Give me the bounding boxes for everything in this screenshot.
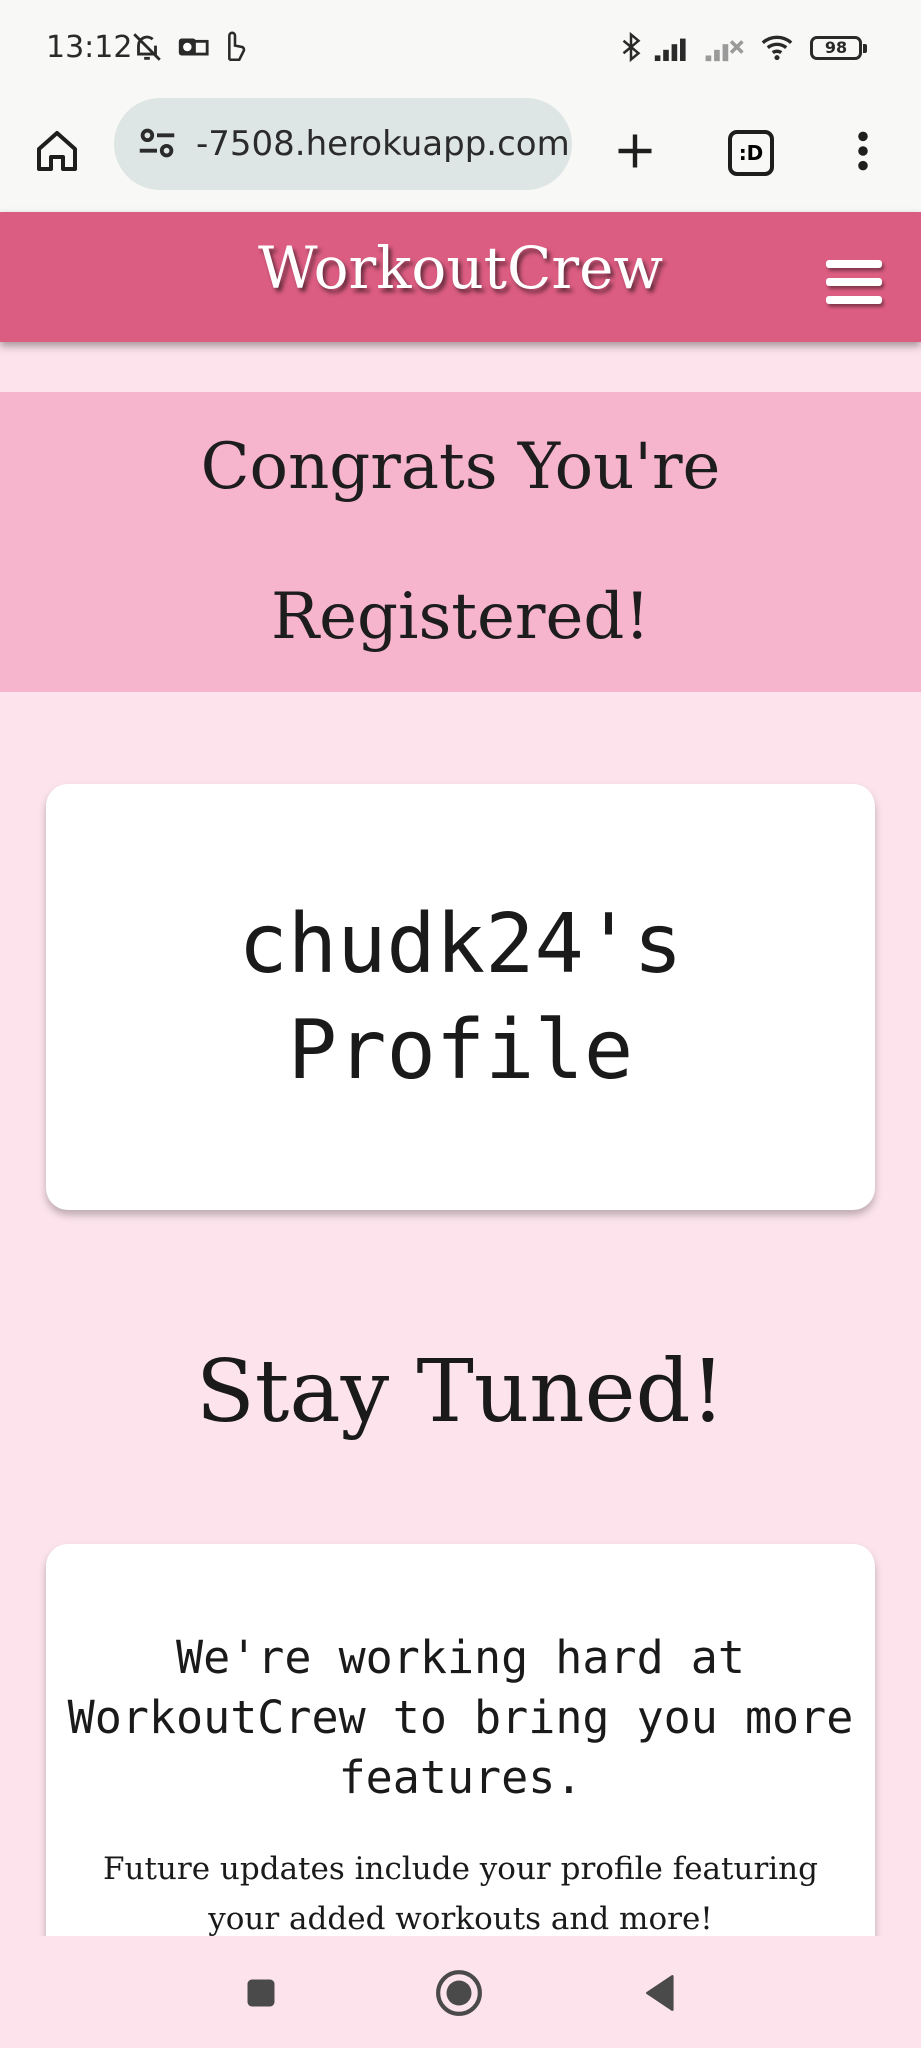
- profile-title-username: chudk24's: [238, 897, 683, 992]
- profile-card: chudk24's Profile: [46, 784, 875, 1210]
- address-bar[interactable]: -7508.herokuapp.com: [114, 98, 572, 190]
- recents-button[interactable]: [234, 1968, 288, 2022]
- profile-title-label: Profile: [287, 1003, 634, 1098]
- wifi-icon: [756, 30, 798, 68]
- updates-card: We're working hard at WorkoutCrew to bri…: [46, 1544, 875, 1964]
- home-button[interactable]: [22, 118, 92, 188]
- home-icon: [33, 127, 81, 179]
- recents-icon: [243, 1975, 279, 2015]
- more-menu-button[interactable]: [828, 118, 898, 188]
- back-icon: [641, 1973, 677, 2017]
- bluetooth-icon: [616, 30, 646, 68]
- tab-switcher-button[interactable]: :D: [716, 118, 786, 188]
- tab-switcher-icon: :D: [728, 130, 774, 176]
- site-header: WorkoutCrew: [0, 212, 921, 342]
- brand-logo[interactable]: WorkoutCrew: [0, 234, 921, 302]
- status-time: 13:12: [46, 30, 133, 65]
- congrats-heading-line1: Congrats You're: [200, 430, 721, 504]
- updates-body: Future updates include your profile feat…: [103, 1851, 818, 1937]
- signal-icon: [652, 30, 694, 68]
- new-tab-icon: [613, 129, 657, 177]
- congrats-heading-line2: Registered!: [270, 580, 651, 654]
- hand-icon: [218, 30, 252, 68]
- site-settings-icon[interactable]: [134, 120, 180, 170]
- browser-toolbar: -7508.herokuapp.com :D: [0, 96, 921, 212]
- hamburger-menu-icon[interactable]: [826, 260, 882, 314]
- back-button[interactable]: [632, 1968, 686, 2022]
- system-nav-bar: [0, 1936, 921, 2048]
- congrats-banner: Congrats You're Registered!: [0, 392, 921, 692]
- stay-tuned-heading: Stay Tuned!: [195, 1342, 726, 1442]
- outlook-icon: [176, 30, 210, 68]
- new-tab-button[interactable]: [600, 118, 670, 188]
- home-nav-button[interactable]: [432, 1968, 486, 2022]
- url-text: -7508.herokuapp.com: [196, 124, 568, 164]
- status-bar: 13:12 98: [0, 0, 921, 96]
- profile-title: chudk24's Profile: [46, 892, 875, 1104]
- battery-indicator: 98: [810, 36, 867, 60]
- bell-off-icon: [130, 30, 164, 68]
- updates-heading: We're working hard at WorkoutCrew to bri…: [67, 1631, 854, 1804]
- more-menu-icon: [856, 129, 870, 177]
- signal-off-icon: [702, 30, 746, 68]
- home-icon: [434, 1968, 484, 2022]
